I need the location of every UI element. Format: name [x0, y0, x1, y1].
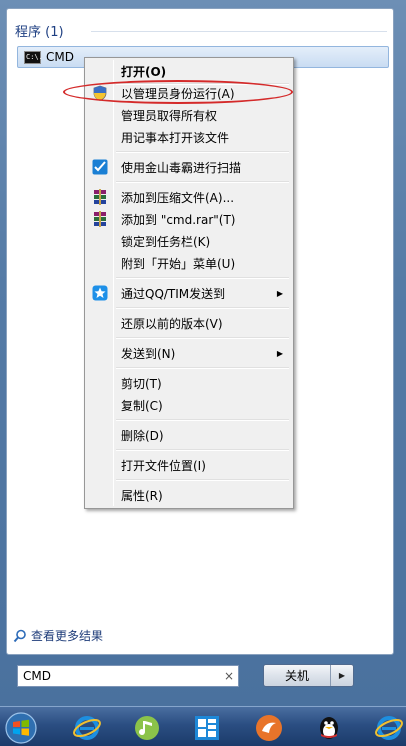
menu-item-send-to[interactable]: 发送到(N) ▶ [87, 342, 291, 364]
menu-separator [116, 449, 289, 451]
music-player-icon [135, 716, 159, 740]
winrar-icon [94, 189, 106, 205]
menu-separator [116, 479, 289, 481]
menu-item-label: 用记事本打开该文件 [121, 130, 230, 145]
menu-item-add-to-archive[interactable]: 添加到压缩文件(A)... [87, 186, 291, 208]
menu-item-cut[interactable]: 剪切(T) [87, 372, 291, 394]
menu-item-label: 管理员取得所有权 [121, 108, 218, 123]
shutdown-button-group: 关机 ▶ [263, 664, 354, 687]
cmd-icon: C:\. [24, 50, 43, 64]
internet-explorer-icon [73, 716, 101, 740]
menu-separator [116, 419, 289, 421]
see-more-results-label: 查看更多结果 [31, 629, 104, 643]
menu-item-take-ownership[interactable]: 管理员取得所有权 [87, 104, 291, 126]
submenu-arrow-icon: ▶ [276, 288, 283, 298]
menu-separator [116, 337, 289, 339]
qq-penguin-icon [320, 717, 338, 739]
highlight-annotation-ellipse [63, 80, 293, 104]
program-result-label: CMD [46, 50, 74, 64]
menu-item-open-with-notepad[interactable]: 用记事本打开该文件 [87, 126, 291, 148]
taskbar-internet-explorer[interactable] [70, 711, 104, 745]
menu-separator [116, 181, 289, 183]
shutdown-options-arrow-icon[interactable]: ▶ [331, 665, 353, 686]
winrar-icon [94, 211, 106, 227]
kingsoft-antivirus-icon [92, 159, 108, 175]
menu-item-restore-previous-versions[interactable]: 还原以前的版本(V) [87, 312, 291, 334]
menu-item-label: 添加到 "cmd.rar"(T) [121, 212, 236, 227]
menu-item-label: 发送到(N) [121, 346, 176, 361]
menu-item-label: 附到「开始」菜单(U) [121, 256, 236, 271]
media-app-icon [256, 715, 282, 741]
taskbar-qq[interactable] [312, 711, 346, 745]
menu-item-label: 添加到压缩文件(A)... [121, 190, 235, 205]
menu-item-label: 属性(R) [121, 488, 163, 503]
see-more-results-link[interactable]: 查看更多结果 [13, 627, 103, 644]
menu-item-properties[interactable]: 属性(R) [87, 484, 291, 506]
menu-item-label: 使用金山毒霸进行扫描 [121, 160, 242, 175]
submenu-arrow-icon: ▶ [276, 348, 283, 358]
menu-item-label: 剪切(T) [121, 376, 162, 391]
menu-separator [116, 277, 289, 279]
menu-item-send-via-qq[interactable]: 通过QQ/TIM发送到 ▶ [87, 282, 291, 304]
menu-item-copy[interactable]: 复制(C) [87, 394, 291, 416]
menu-item-add-to-cmd-rar[interactable]: 添加到 "cmd.rar"(T) [87, 208, 291, 230]
taskbar-internet-explorer-2[interactable] [372, 711, 406, 745]
menu-item-label: 删除(D) [121, 428, 164, 443]
context-menu: 打开(O) 以管理员身份运行(A) 管理员取得所有权 用记事本打开该文件 使用金 [84, 57, 294, 509]
search-input-value: CMD [23, 669, 51, 683]
search-icon [13, 629, 26, 642]
menu-item-label: 打开文件位置(I) [121, 458, 206, 473]
menu-item-delete[interactable]: 删除(D) [87, 424, 291, 446]
menu-item-open-file-location[interactable]: 打开文件位置(I) [87, 454, 291, 476]
clear-search-icon[interactable]: × [220, 669, 238, 683]
taskbar-tiles-app[interactable] [190, 711, 224, 745]
menu-separator [116, 367, 289, 369]
start-screen-tiles-icon [195, 716, 219, 740]
internet-explorer-icon [375, 716, 403, 740]
menu-separator [116, 307, 289, 309]
menu-item-label: 锁定到任务栏(K) [121, 234, 211, 249]
menu-item-label: 复制(C) [121, 398, 163, 413]
menu-item-label: 通过QQ/TIM发送到 [121, 286, 226, 301]
menu-item-kingsoft-scan[interactable]: 使用金山毒霸进行扫描 [87, 156, 291, 178]
menu-item-label: 打开(O) [121, 64, 167, 79]
taskbar-media-app[interactable] [252, 711, 286, 745]
taskbar-music-player[interactable] [130, 711, 164, 745]
qq-star-icon [92, 285, 108, 301]
menu-separator [116, 151, 289, 153]
programs-section-header: 程序 (1) [15, 25, 64, 40]
search-input[interactable]: CMD × [17, 665, 239, 687]
menu-item-pin-to-taskbar[interactable]: 锁定到任务栏(K) [87, 230, 291, 252]
menu-item-pin-to-start-menu[interactable]: 附到「开始」菜单(U) [87, 252, 291, 274]
taskbar-start-button[interactable] [4, 711, 38, 745]
windows-start-icon [5, 712, 37, 744]
menu-item-open[interactable]: 打开(O) [87, 60, 291, 82]
menu-item-label: 还原以前的版本(V) [121, 316, 223, 331]
shutdown-button[interactable]: 关机 [264, 665, 331, 686]
section-divider [91, 31, 387, 32]
taskbar [0, 706, 406, 746]
